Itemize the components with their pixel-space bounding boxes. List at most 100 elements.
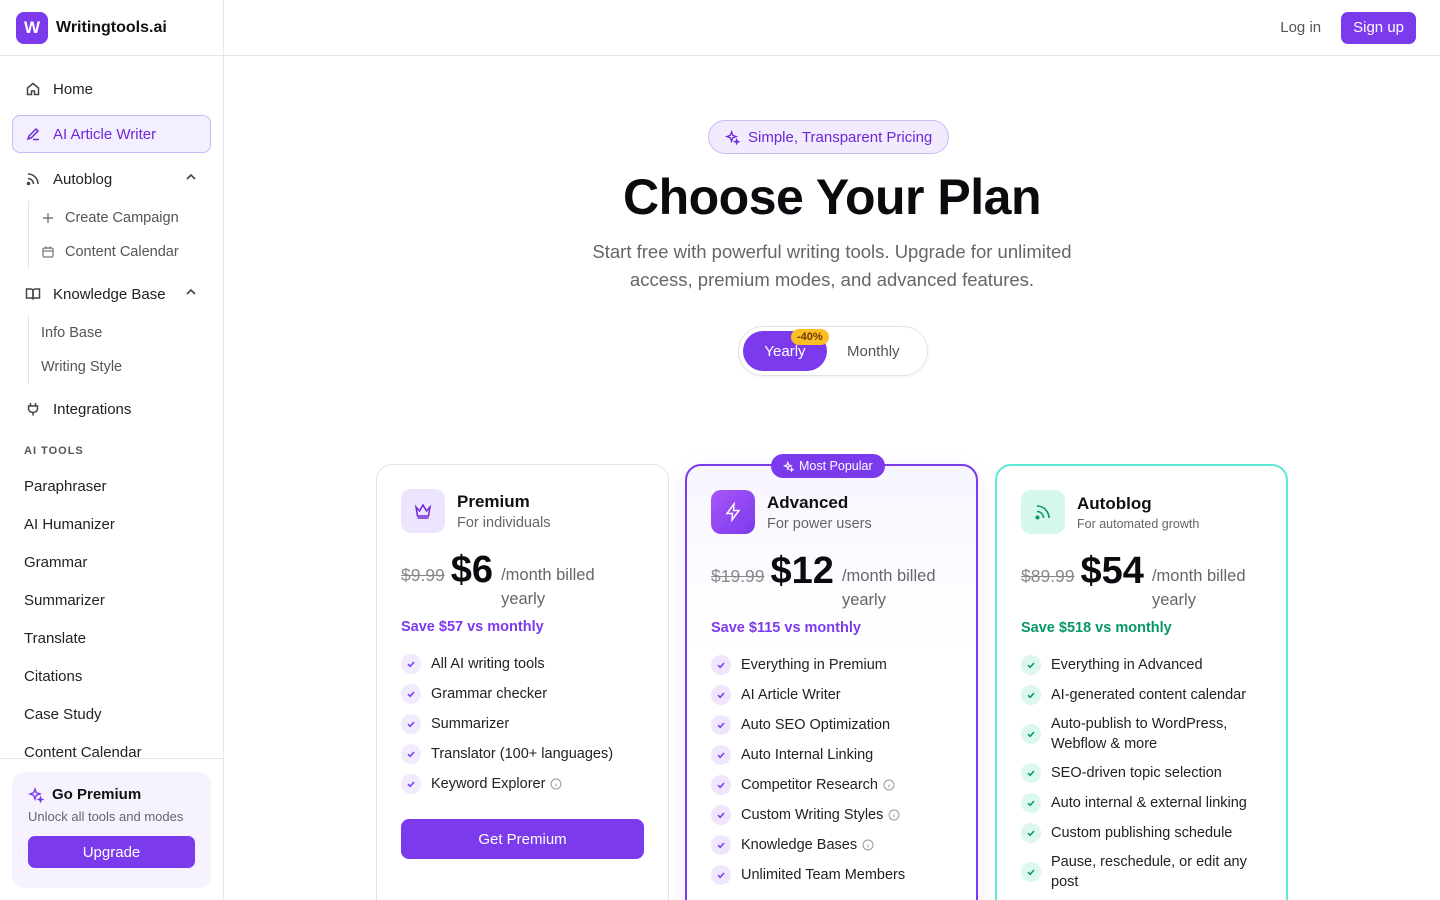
check-icon <box>1021 823 1041 843</box>
billing-period: /month billed yearly <box>841 567 936 609</box>
feature-label: AI-generated content calendar <box>1051 687 1247 703</box>
sidebar-tool-grammar[interactable]: Grammar <box>12 543 211 581</box>
check-icon <box>1021 763 1041 783</box>
sidebar-subitem-content-calendar[interactable]: Content Calendar <box>41 235 211 269</box>
feature-label: All AI writing tools <box>431 656 545 672</box>
discount-badge: -40% <box>791 329 829 345</box>
sidebar-tool-ai-humanizer[interactable]: AI Humanizer <box>12 505 211 543</box>
sidebar-tool-translate[interactable]: Translate <box>12 619 211 657</box>
sidebar-tool-citations[interactable]: Citations <box>12 657 211 695</box>
feature-item: Translator (100+ languages) <box>401 739 644 769</box>
current-price: $54 <box>1080 550 1144 592</box>
feature-item: SEO-driven topic selection <box>1021 758 1262 788</box>
feature-item: AI Article Writer <box>711 680 952 710</box>
sidebar-item-label: Knowledge Base <box>53 285 166 303</box>
feature-item: Summarizer <box>401 709 644 739</box>
plan-name: Autoblog <box>1077 493 1152 513</box>
savings-text: Save $57 vs monthly <box>401 619 544 635</box>
feature-item: Keyword Explorer <box>401 769 644 799</box>
feature-item: All AI writing tools <box>401 649 644 679</box>
feature-list: Everything in Advanced AI-generated cont… <box>1021 650 1262 896</box>
sidebar-tool-summarizer[interactable]: Summarizer <box>12 581 211 619</box>
sidebar-item-knowledge-base[interactable]: Knowledge Base <box>12 275 211 313</box>
crown-icon <box>401 489 445 533</box>
sidebar-item-home[interactable]: Home <box>12 70 211 108</box>
chevron-up-icon[interactable] <box>184 285 198 303</box>
check-icon <box>711 805 731 825</box>
chevron-up-icon[interactable] <box>184 170 198 188</box>
sidebar-subitem-info-base[interactable]: Info Base <box>41 316 211 350</box>
feature-label: Auto SEO Optimization <box>741 717 891 733</box>
upgrade-button[interactable]: Upgrade <box>28 836 195 868</box>
pricing-pill-label: Simple, Transparent Pricing <box>748 128 933 146</box>
plan-audience: For power users <box>767 515 872 532</box>
feature-item: Pause, reschedule, or edit any post <box>1021 848 1262 896</box>
feature-item: Everything in Premium <box>711 650 952 680</box>
feature-label: Summarizer <box>431 716 510 732</box>
rss-icon <box>1021 490 1065 534</box>
page-title: Choose Your Plan <box>622 169 1042 225</box>
feature-label: Custom publishing schedule <box>1051 825 1233 841</box>
feature-label: Knowledge Bases <box>741 837 858 853</box>
pricing-pill: Simple, Transparent Pricing <box>708 120 950 154</box>
check-icon <box>1021 655 1041 675</box>
sidebar-item-ai-article-writer[interactable]: AI Article Writer <box>12 115 211 153</box>
knowledge-base-submenu: Info Base Writing Style <box>28 316 211 384</box>
sidebar: W Writingtools.ai Home AI Article Writer… <box>0 0 224 900</box>
info-icon[interactable] <box>888 809 900 821</box>
brand[interactable]: W Writingtools.ai <box>0 0 223 56</box>
current-price: $6 <box>450 549 494 591</box>
info-icon[interactable] <box>862 839 874 851</box>
sidebar-item-integrations[interactable]: Integrations <box>12 390 211 428</box>
sidebar-subitem-label: Content Calendar <box>65 244 179 260</box>
check-icon <box>401 774 421 794</box>
page-subtitle: Start free with powerful writing tools. … <box>592 241 1072 290</box>
pricing-main: Simple, Transparent Pricing Choose Your … <box>224 56 1440 900</box>
plan-card-autoblog: Autoblog For automated growth $89.99 $54… <box>995 464 1288 900</box>
feature-item: Auto-publish to WordPress, Webflow & mor… <box>1021 710 1262 758</box>
autoblog-submenu: Create Campaign Content Calendar <box>28 201 211 269</box>
feature-item: AI-generated content calendar <box>1021 680 1262 710</box>
feature-label: Keyword Explorer <box>431 776 546 792</box>
feature-item: Competitor Research <box>711 770 952 800</box>
info-icon[interactable] <box>883 779 895 791</box>
check-icon <box>711 835 731 855</box>
login-link[interactable]: Log in <box>1280 19 1321 36</box>
sidebar-subitem-writing-style[interactable]: Writing Style <box>41 350 211 384</box>
feature-item: Grammar checker <box>401 679 644 709</box>
sidebar-item-autoblog[interactable]: Autoblog <box>12 160 211 198</box>
plan-card-premium: Premium For individuals $9.99 $6 /month … <box>376 464 669 900</box>
home-icon <box>25 81 41 97</box>
plan-audience: For individuals <box>457 514 551 531</box>
plus-icon <box>41 211 55 225</box>
savings-text: Save $115 vs monthly <box>711 620 861 636</box>
signup-button[interactable]: Sign up <box>1341 11 1416 44</box>
check-icon <box>1021 793 1041 813</box>
billing-toggle: Yearly -40% Monthly <box>738 326 928 376</box>
top-bar: Log in Sign up <box>224 0 1440 56</box>
check-icon <box>711 715 731 735</box>
feature-item: Auto internal & external linking <box>1021 788 1262 818</box>
check-icon <box>401 744 421 764</box>
feature-item: Custom publishing schedule <box>1021 818 1262 848</box>
check-icon <box>1021 724 1041 744</box>
info-icon[interactable] <box>550 778 562 790</box>
plan-name: Premium <box>457 491 530 511</box>
sidebar-subitem-create-campaign[interactable]: Create Campaign <box>41 201 211 235</box>
check-icon <box>711 865 731 885</box>
sidebar-tool-paraphraser[interactable]: Paraphraser <box>12 467 211 505</box>
sidebar-item-label: Integrations <box>53 400 132 418</box>
billing-monthly-option[interactable]: Monthly <box>847 331 900 371</box>
plan-name: Advanced <box>767 492 849 512</box>
pen-icon <box>25 126 41 142</box>
sidebar-item-label: Home <box>53 80 94 98</box>
sidebar-tool-content-calendar[interactable]: Content Calendar <box>12 733 211 771</box>
feature-item: Unlimited Team Members <box>711 860 952 890</box>
brand-logo: W <box>16 11 48 44</box>
go-premium-title: Go Premium <box>52 786 142 803</box>
ai-tools-section-label: AI TOOLS <box>24 445 84 457</box>
sidebar-tool-case-study[interactable]: Case Study <box>12 695 211 733</box>
get-premium-button[interactable]: Get Premium <box>401 819 644 859</box>
old-price: $19.99 <box>711 566 765 586</box>
price-row: $19.99 $12 /month billed yearly <box>711 550 952 612</box>
